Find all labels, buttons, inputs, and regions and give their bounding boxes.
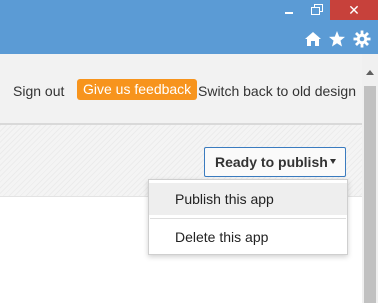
menu-item-publish-app[interactable]: Publish this app: [149, 183, 347, 215]
close-icon: ✕: [348, 1, 360, 18]
publish-status-label: Ready to publish: [215, 154, 328, 170]
switch-design-link[interactable]: Switch back to old design: [198, 83, 356, 99]
gear-icon[interactable]: [353, 30, 371, 48]
publish-status-dropdown[interactable]: Ready to publish: [204, 147, 346, 177]
menu-divider: [150, 218, 346, 219]
star-icon[interactable]: [328, 30, 346, 48]
top-navigation: Sign out Give us feedback Switch back to…: [0, 54, 362, 124]
caret-down-icon: [330, 159, 336, 164]
feedback-button[interactable]: Give us feedback: [77, 79, 198, 100]
browser-title-bar: ✕: [0, 0, 378, 54]
publish-menu: Publish this app Delete this app: [148, 179, 348, 255]
sign-out-link[interactable]: Sign out: [13, 83, 64, 99]
close-button[interactable]: ✕: [330, 0, 378, 20]
restore-icon: [310, 4, 323, 15]
restore-button[interactable]: [303, 0, 329, 20]
menu-item-delete-app[interactable]: Delete this app: [149, 221, 347, 253]
minimize-icon: [285, 12, 293, 14]
scroll-up-arrow-icon[interactable]: [366, 70, 374, 75]
home-icon[interactable]: [304, 30, 322, 48]
vertical-scrollbar[interactable]: [362, 54, 378, 303]
scrollbar-thumb[interactable]: [364, 86, 376, 303]
minimize-button[interactable]: [276, 0, 302, 20]
